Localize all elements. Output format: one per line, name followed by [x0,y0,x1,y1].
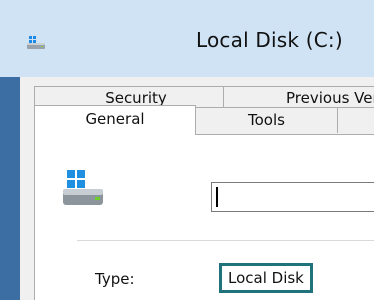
properties-window: Local Disk (C:) Security Previous Versio… [0,0,374,300]
drive-icon [27,36,45,49]
text-cursor [216,187,218,207]
drive-name-input[interactable] [211,182,374,212]
tab-previous-versions-label: Previous Versions [286,89,374,107]
type-value[interactable]: Local Disk [219,263,313,293]
general-tab-page: Type: Local Disk [34,134,374,300]
window-title: Local Disk (C:) [196,28,343,52]
tab-general[interactable]: General [34,105,196,135]
hard-drive-icon [63,170,103,205]
tab-tools[interactable]: Tools [195,107,338,133]
title-bar[interactable]: Local Disk (C:) [0,0,374,77]
tab-previous-versions[interactable]: Previous Versions [223,86,374,108]
type-label: Type: [95,270,135,288]
tab-tools-label: Tools [248,111,285,129]
tab-hardware[interactable] [337,107,374,133]
dialog-body: Security Previous Versions General Tools [20,77,374,300]
tab-general-label: General [85,110,145,128]
separator-line [77,240,374,241]
